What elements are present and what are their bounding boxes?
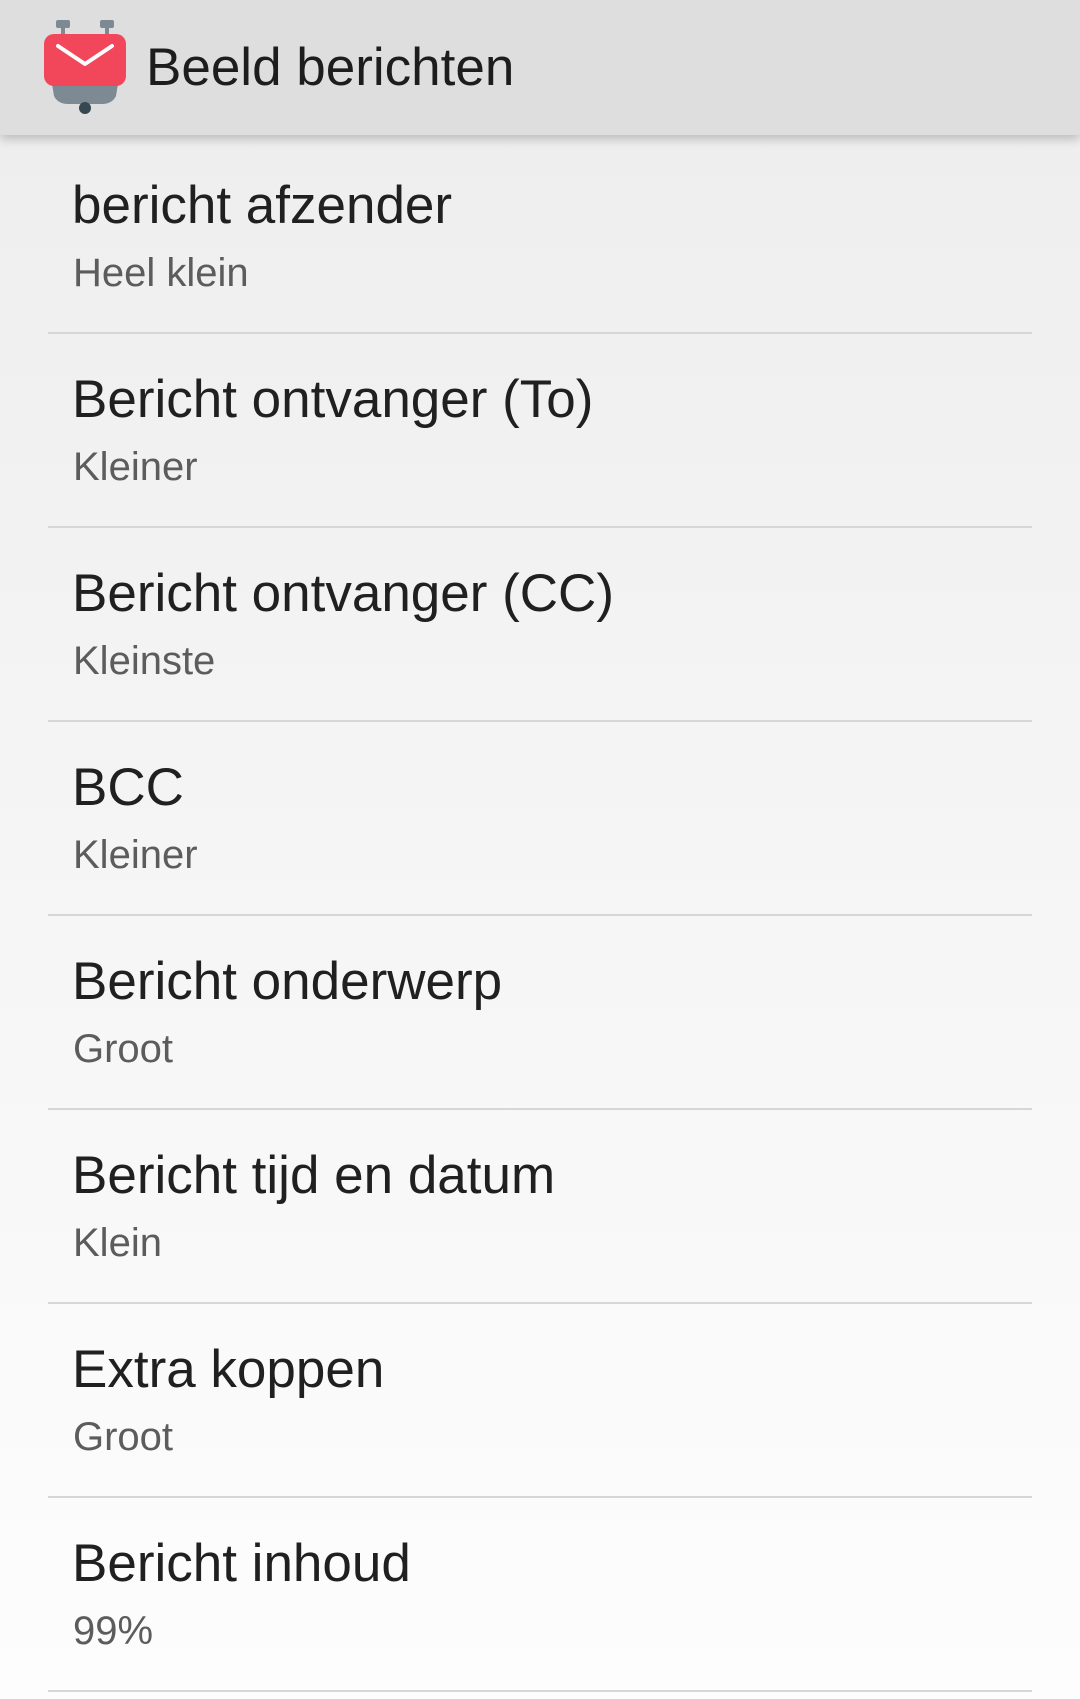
preference-list: bericht afzender Heel klein Bericht ontv… (0, 140, 1080, 1692)
preference-item-message-body[interactable]: Bericht inhoud 99% (0, 1498, 1080, 1692)
preference-title: Bericht ontvanger (To) (72, 370, 594, 429)
preference-item-subject[interactable]: Bericht onderwerp Groot (0, 916, 1080, 1110)
preference-title: BCC (72, 758, 184, 817)
preference-title: Bericht inhoud (72, 1534, 411, 1593)
preference-summary: Heel klein (73, 251, 249, 295)
preference-summary: Groot (73, 1027, 174, 1071)
preference-summary: 99% (73, 1609, 154, 1653)
app-title: Beeld berichten (146, 38, 515, 97)
preference-title: bericht afzender (72, 176, 453, 235)
preference-item-recipient-to[interactable]: Bericht ontvanger (To) Kleiner (0, 334, 1080, 528)
preference-summary: Kleiner (73, 833, 198, 877)
preference-title: Extra koppen (72, 1340, 385, 1399)
preference-item-recipient-cc[interactable]: Bericht ontvanger (CC) Kleinste (0, 528, 1080, 722)
preference-item-date-time[interactable]: Bericht tijd en datum Klein (0, 1110, 1080, 1304)
preference-title: Bericht tijd en datum (72, 1146, 556, 1205)
k9-mail-logo-icon[interactable] (44, 20, 126, 114)
preference-summary: Kleiner (73, 445, 198, 489)
preference-summary: Klein (73, 1221, 162, 1265)
preference-summary: Groot (73, 1415, 174, 1459)
preference-item-sender[interactable]: bericht afzender Heel klein (0, 140, 1080, 334)
preference-title: Bericht onderwerp (72, 952, 503, 1011)
preference-item-extra-headers[interactable]: Extra koppen Groot (0, 1304, 1080, 1498)
preference-item-bcc[interactable]: BCC Kleiner (0, 722, 1080, 916)
app-bar: Beeld berichten (0, 0, 1080, 135)
preference-summary: Kleinste (73, 639, 216, 683)
preference-title: Bericht ontvanger (CC) (72, 564, 614, 623)
